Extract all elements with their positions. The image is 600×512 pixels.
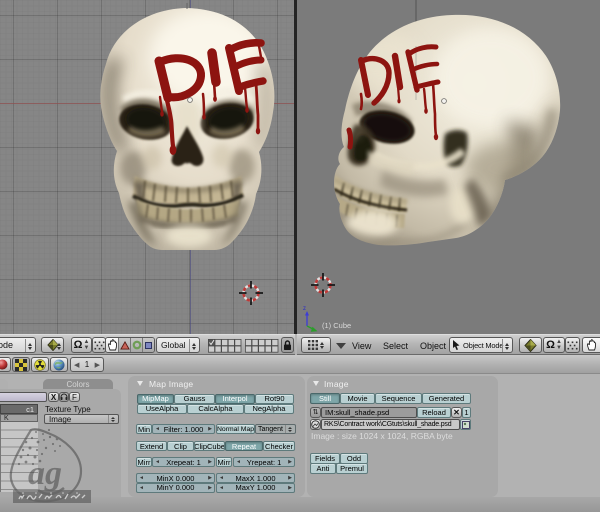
svg-text:ag: ag: [28, 455, 62, 492]
svg-text:(1) Cube: (1) Cube: [322, 321, 351, 330]
svg-text:z: z: [303, 306, 306, 312]
